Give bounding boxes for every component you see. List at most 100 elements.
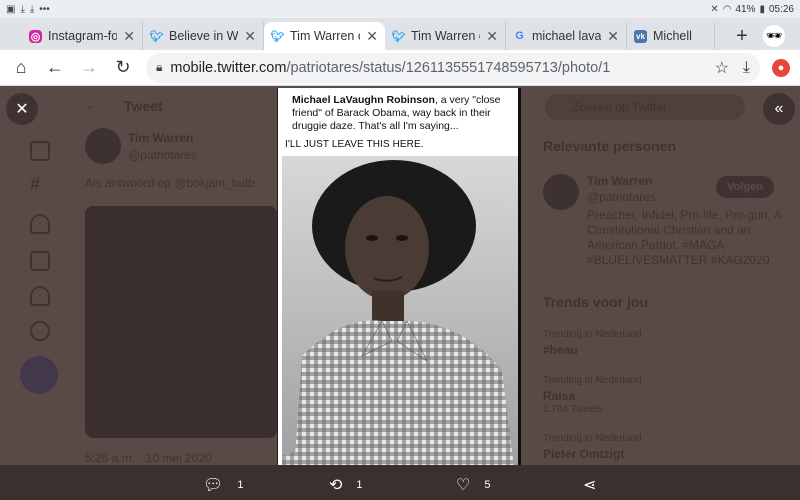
tab-title: Tim Warren o bbox=[411, 29, 481, 43]
home-button[interactable]: ⌂ bbox=[4, 51, 38, 85]
url-domain: mobile.twitter.com bbox=[170, 59, 287, 76]
caption-line2: I'LL JUST LEAVE THIS HERE. bbox=[285, 139, 424, 151]
trend-name: #beau bbox=[543, 343, 578, 357]
browser-tab[interactable]: vk Michell bbox=[627, 22, 715, 50]
relevant-person-name: Tim Warren bbox=[587, 174, 653, 188]
forward-button[interactable]: → bbox=[72, 51, 106, 85]
browser-toolbar: ⌂ ← → ↻ 🔒︎ mobile.twitter.com/patriotare… bbox=[0, 50, 800, 86]
heart-icon[interactable]: ♡ bbox=[456, 475, 470, 495]
trend-meta: Trending in Nederland bbox=[543, 375, 642, 386]
twitter-icon: 🐦︎ bbox=[149, 30, 164, 43]
search-placeholder: Zoeken op Twitter bbox=[572, 100, 668, 114]
wifi-icon: ◠ bbox=[722, 3, 732, 15]
back-arrow-icon: ← bbox=[85, 98, 97, 112]
extension-icon[interactable]: ● bbox=[772, 58, 790, 77]
retweet-icon[interactable]: ⟲ bbox=[329, 475, 342, 495]
tab-title: Tim Warren o bbox=[290, 29, 361, 43]
retweet-action[interactable]: ⟲ 1 bbox=[329, 475, 363, 495]
instagram-icon: ◎ bbox=[29, 29, 42, 43]
tab-title: Believe in Wh bbox=[169, 29, 239, 43]
browser-tab[interactable]: ◎ Instagram-fot ✕ bbox=[22, 22, 143, 50]
google-icon: G bbox=[515, 30, 524, 42]
clock: 05:26 bbox=[768, 3, 794, 15]
browser-tab-active[interactable]: 🐦︎ Tim Warren o ✕ bbox=[264, 22, 385, 50]
reply-context: Als antwoord op @bokjam_bulb bbox=[85, 176, 255, 190]
close-tab-icon[interactable]: ✕ bbox=[244, 28, 256, 45]
browser-tab[interactable]: 🐦︎ Tim Warren o ✕ bbox=[385, 22, 506, 50]
messages-nav-icon bbox=[30, 251, 50, 271]
twitter-page: ← Tweet # Tim Warren @patriotares Als an… bbox=[0, 86, 800, 500]
relevant-people-title: Relevante personen bbox=[543, 138, 677, 154]
like-count: 5 bbox=[484, 479, 491, 491]
follow-button: Volgen bbox=[716, 176, 774, 198]
author-avatar bbox=[85, 128, 121, 164]
notifications-nav-icon bbox=[30, 214, 50, 234]
bio-line: American Patriot. #MAGA bbox=[587, 238, 725, 252]
close-tab-icon[interactable]: ✕ bbox=[123, 28, 135, 45]
url-text[interactable]: mobile.twitter.com/patriotares/status/12… bbox=[170, 60, 700, 76]
like-action[interactable]: ♡ 5 bbox=[456, 475, 490, 495]
portrait-image bbox=[282, 156, 518, 500]
page-header: Tweet bbox=[124, 98, 163, 114]
mute-icon: ✕ bbox=[710, 3, 719, 15]
trend-name: Pieter Omtzigt bbox=[543, 447, 625, 461]
download-icon[interactable]: ⤓ bbox=[743, 59, 750, 77]
url-path: /patriotares/status/1261135551748595713/… bbox=[286, 59, 611, 76]
download-done-icon: ⤓ bbox=[20, 3, 25, 15]
tweet-timestamp: 5:25 a.m. · 10 mei 2020 bbox=[85, 451, 212, 465]
caption-name: Michael LaVaughn Robinson bbox=[292, 94, 435, 106]
trend-name: Raisa bbox=[543, 389, 576, 403]
address-bar[interactable]: 🔒︎ mobile.twitter.com/patriotares/status… bbox=[146, 52, 760, 83]
more-notifications-icon: ••• bbox=[39, 3, 50, 15]
close-tab-icon[interactable]: ✕ bbox=[486, 28, 498, 45]
android-status-bar: ▣ ⤓ ⤓ ••• ✕ ◠ 41% ▮ 05:26 bbox=[0, 0, 800, 18]
share-icon[interactable]: ⋖ bbox=[583, 475, 596, 495]
trend-meta: Trending in Nederland bbox=[543, 329, 642, 340]
battery-icon: ▮ bbox=[759, 3, 765, 15]
tweet-photo[interactable]: Michael LaVaughn Robinson, a very "close… bbox=[277, 88, 521, 500]
trend-count: 1.784 Tweets bbox=[543, 404, 603, 415]
lock-icon: 🔒︎ bbox=[156, 60, 163, 74]
tweet-media-preview bbox=[85, 206, 277, 438]
trends-title: Trends voor jou bbox=[543, 294, 649, 310]
browser-tab[interactable]: G michael lavau ✕ bbox=[506, 22, 627, 50]
close-tab-icon[interactable]: ✕ bbox=[366, 28, 378, 45]
bookmark-star-icon[interactable]: ☆ bbox=[715, 58, 729, 78]
tab-title: Michell bbox=[653, 29, 692, 43]
bio-line: Preacher, Infidel, Pro-life, Pro-gun, A bbox=[587, 208, 782, 222]
home-nav-icon bbox=[30, 141, 50, 161]
tab-title: michael lavau bbox=[532, 29, 602, 43]
tab-title: Instagram-fot bbox=[48, 29, 118, 43]
twitter-icon: 🐦︎ bbox=[270, 30, 285, 43]
reply-icon[interactable]: 💬︎ bbox=[203, 475, 223, 495]
retweet-count: 1 bbox=[356, 479, 363, 491]
vk-icon: vk bbox=[634, 29, 647, 43]
incognito-icon[interactable]: 🕶︎ bbox=[763, 25, 785, 47]
download-done-icon: ⤓ bbox=[29, 3, 35, 15]
trend-meta: Trending in Nederland bbox=[543, 433, 642, 444]
bio-line: #BLUELIVESMATTER #KAG2020 bbox=[587, 253, 770, 267]
compose-button bbox=[20, 356, 58, 394]
photo-caption: Michael LaVaughn Robinson, a very "close… bbox=[278, 88, 518, 133]
reply-count: 1 bbox=[237, 479, 244, 491]
screenshot-icon: ▣ bbox=[6, 3, 16, 15]
profile-nav-icon bbox=[30, 286, 50, 306]
new-tab-button[interactable]: + bbox=[727, 22, 757, 50]
battery-percent: 41% bbox=[735, 3, 756, 15]
hashtag-nav-icon: # bbox=[30, 174, 41, 194]
close-viewer-button[interactable]: ✕ bbox=[6, 93, 38, 125]
author-handle: @patriotares bbox=[128, 148, 197, 162]
author-name: Tim Warren bbox=[128, 131, 194, 145]
collapse-sidebar-button[interactable]: « bbox=[763, 93, 795, 125]
tweet-actions-bar: 💬︎ 1 ⟲ 1 ♡ 5 ⋖ bbox=[0, 465, 800, 500]
close-tab-icon[interactable]: ✕ bbox=[607, 28, 619, 45]
portrait-drawing bbox=[282, 156, 518, 500]
reload-button[interactable]: ↻ bbox=[106, 51, 140, 85]
reply-action[interactable]: 💬︎ 1 bbox=[203, 475, 243, 495]
share-action[interactable]: ⋖ bbox=[583, 475, 596, 495]
browser-tab[interactable]: 🐦︎ Believe in Wh ✕ bbox=[143, 22, 264, 50]
more-nav-icon bbox=[30, 321, 50, 341]
relevant-person-handle: @patriotares bbox=[587, 190, 656, 204]
twitter-icon: 🐦︎ bbox=[391, 30, 406, 43]
back-button[interactable]: ← bbox=[38, 51, 72, 85]
